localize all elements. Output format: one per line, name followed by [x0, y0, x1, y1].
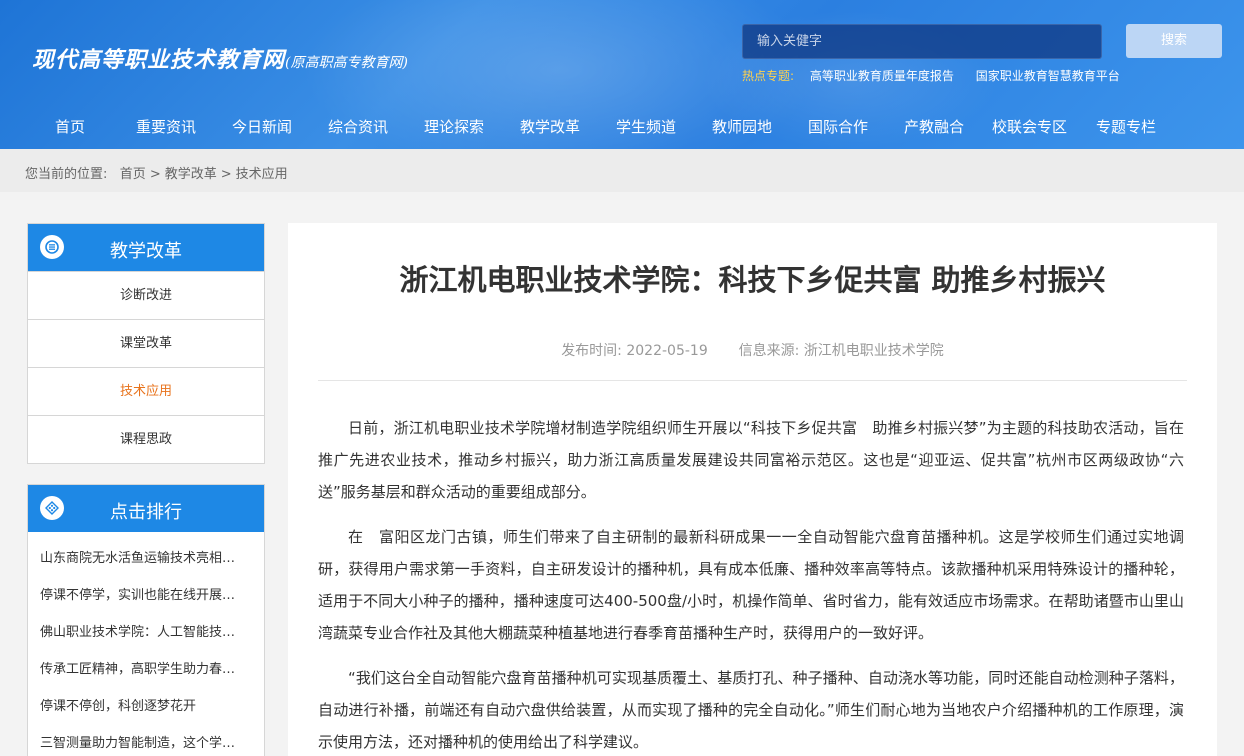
- nav-item-general-news[interactable]: 综合资讯: [328, 116, 388, 137]
- ranking-panel: 点击排行 山东商院无水活鱼运输技术亮相… 停课不停学，实训也能在线开展… 佛山职…: [27, 484, 265, 756]
- ranking-item[interactable]: 山东商院无水活鱼运输技术亮相…: [28, 540, 264, 577]
- category-panel: 教学改革 诊断改进 课堂改革 技术应用 课程思政: [27, 223, 265, 464]
- article-panel: 浙江机电职业技术学院：科技下乡促共富 助推乡村振兴 发布时间: 2022-05-…: [288, 223, 1217, 756]
- category-panel-header: 教学改革: [28, 224, 264, 271]
- ranking-item[interactable]: 三智测量助力智能制造，这个学…: [28, 725, 264, 756]
- hot-topics: 热点专题: 高等职业教育质量年度报告 国家职业教育智慧教育平台: [742, 67, 1138, 84]
- nav-item-alliance[interactable]: 校联会专区: [992, 116, 1067, 137]
- hot-topic-link[interactable]: 高等职业教育质量年度报告: [810, 69, 954, 83]
- hot-topic-link[interactable]: 国家职业教育智慧教育平台: [976, 69, 1120, 83]
- category-item-technology[interactable]: 技术应用: [28, 367, 264, 415]
- nav-item-theory[interactable]: 理论探索: [424, 116, 484, 137]
- search-box: [742, 24, 1102, 59]
- article-meta: 发布时间: 2022-05-19 信息来源: 浙江机电职业技术学院: [288, 340, 1217, 360]
- article-title: 浙江机电职业技术学院：科技下乡促共富 助推乡村振兴: [399, 263, 1106, 297]
- nav-item-teachers[interactable]: 教师园地: [712, 116, 772, 137]
- category-item-diagnosis[interactable]: 诊断改进: [28, 271, 264, 319]
- breadcrumb-bar: 您当前的位置: 首页 > 教学改革 > 技术应用: [0, 149, 1244, 192]
- ranking-item[interactable]: 停课不停创，科创逐梦花开: [28, 688, 264, 725]
- source-label: 信息来源:: [738, 343, 800, 359]
- breadcrumb-item[interactable]: 教学改革: [165, 167, 217, 182]
- article-divider: [318, 380, 1187, 381]
- breadcrumb-prefix: 您当前的位置:: [25, 167, 108, 182]
- main-nav: 首页 重要资讯 今日新闻 综合资讯 理论探索 教学改革 学生频道 教师园地 国际…: [0, 116, 1244, 136]
- breadcrumb-item[interactable]: 首页: [120, 167, 146, 182]
- publish-label: 发布时间:: [561, 343, 622, 359]
- publish-date: 2022-05-19: [626, 343, 708, 359]
- site-header: 现代高等职业技术教育网(原高职高专教育网) 搜索 热点专题: 高等职业教育质量年…: [0, 0, 1244, 149]
- search-input[interactable]: [743, 25, 1101, 58]
- breadcrumb-item[interactable]: 技术应用: [236, 167, 288, 182]
- article-paragraph: “我们这台全自动智能穴盘育苗播种机可实现基质覆土、基质打孔、种子播种、自动浇水等…: [318, 669, 1184, 751]
- nav-item-teaching-reform[interactable]: 教学改革: [520, 116, 580, 137]
- search-button[interactable]: 搜索: [1126, 24, 1222, 58]
- logo-sub-text: (原高职高专教育网): [285, 55, 408, 71]
- ranking-item[interactable]: 停课不停学，实训也能在线开展…: [28, 577, 264, 614]
- ranking-panel-header: 点击排行: [28, 485, 264, 532]
- nav-item-today-news[interactable]: 今日新闻: [232, 116, 292, 137]
- ranking-panel-title: 点击排行: [110, 502, 182, 523]
- ranking-list: 山东商院无水活鱼运输技术亮相… 停课不停学，实训也能在线开展… 佛山职业技术学院…: [28, 532, 264, 756]
- article-paragraph: 日前，浙江机电职业技术学院增材制造学院组织师生开展以“科技下乡促共富 助推乡村振…: [318, 419, 1184, 501]
- ranking-item[interactable]: 传承工匠精神，高职学生助力春…: [28, 651, 264, 688]
- breadcrumb: 您当前的位置: 首页 > 教学改革 > 技术应用: [25, 167, 288, 182]
- category-item-classroom[interactable]: 课堂改革: [28, 319, 264, 367]
- nav-item-special[interactable]: 专题专栏: [1096, 116, 1156, 137]
- nav-item-home[interactable]: 首页: [55, 116, 85, 137]
- logo-main-text: 现代高等职业技术教育网: [32, 47, 286, 73]
- category-item-ideology[interactable]: 课程思政: [28, 415, 264, 463]
- category-panel-title: 教学改革: [110, 241, 182, 262]
- nav-item-industry[interactable]: 产教融合: [904, 116, 964, 137]
- site-logo[interactable]: 现代高等职业技术教育网(原高职高专教育网): [32, 42, 408, 74]
- nav-item-international[interactable]: 国际合作: [808, 116, 868, 137]
- hot-topics-label: 热点专题:: [742, 69, 795, 83]
- nav-item-students[interactable]: 学生频道: [616, 116, 676, 137]
- ranking-item[interactable]: 佛山职业技术学院：人工智能技…: [28, 614, 264, 651]
- article-paragraph: 在 富阳区龙门古镇，师生们带来了自主研制的最新科研成果一一全自动智能穴盘育苗播种…: [318, 528, 1184, 642]
- article-body: 日前，浙江机电职业技术学院增材制造学院组织师生开展以“科技下乡促共富 助推乡村振…: [318, 412, 1184, 756]
- nav-item-important-news[interactable]: 重要资讯: [136, 116, 196, 137]
- source-value: 浙江机电职业技术学院: [803, 343, 944, 359]
